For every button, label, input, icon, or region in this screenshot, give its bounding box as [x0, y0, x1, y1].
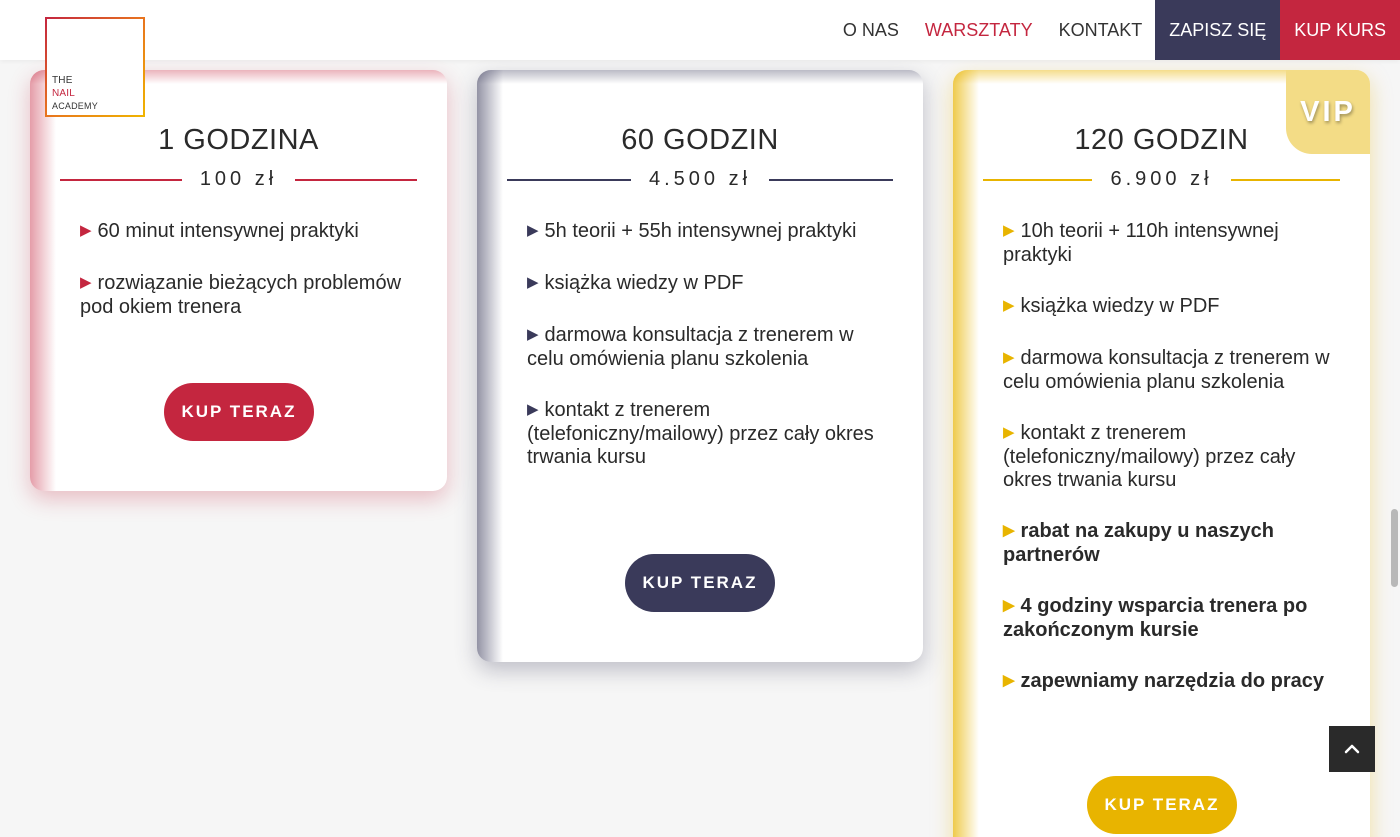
feature-text: rozwiązanie bieżących problemów pod okie…	[80, 272, 402, 318]
feature-list: ▶ 5h teorii + 55h intensywnej praktyki ▶ k…	[527, 220, 877, 497]
chevron-up-icon	[1344, 744, 1360, 754]
price-row: 6.900 zł	[983, 168, 1340, 191]
triangle-bullet-icon: ▶	[527, 326, 539, 343]
divider	[769, 178, 893, 181]
feature-item-vip: ▶ 4 godziny wsparcia trenera po zakończon…	[1003, 595, 1333, 642]
main-nav: O NAS WARSZTATY KONTAKT ZAPISZ SIĘ KUP K…	[830, 0, 1400, 60]
feature-item-vip: ▶ zapewniamy narzędzia do pracy	[1003, 670, 1333, 694]
triangle-bullet-icon: ▶	[527, 401, 539, 418]
feature-item: ▶ rozwiązanie bieżących problemów pod oki…	[80, 272, 410, 319]
logo-text-academy: ACADEMY	[52, 101, 98, 111]
logo-text-nail: NAIL	[52, 88, 76, 99]
triangle-bullet-icon: ▶	[1003, 424, 1015, 441]
nav-item-o-nas[interactable]: O NAS	[830, 0, 912, 60]
feature-text: kontakt z trenerem (telefoniczny/mailowy…	[527, 399, 874, 468]
buy-now-button[interactable]: KUP TERAZ	[1087, 776, 1237, 834]
feature-text: darmowa konsultacja z trenerem w celu om…	[1003, 347, 1330, 393]
plan-price: 100 zł	[199, 168, 278, 190]
price-row: 4.500 zł	[507, 168, 893, 191]
logo-text-the: THE	[52, 75, 73, 86]
triangle-bullet-icon: ▶	[1003, 672, 1015, 689]
feature-item: ▶ 60 minut intensywnej praktyki	[80, 220, 410, 244]
site-header: O NAS WARSZTATY KONTAKT ZAPISZ SIĘ KUP K…	[0, 0, 1400, 60]
divider	[983, 178, 1093, 181]
feature-text: kontakt z trenerem (telefoniczny/mailowy…	[1003, 422, 1296, 491]
card-edge-accent	[953, 70, 979, 837]
page-scrollbar-thumb[interactable]	[1391, 509, 1398, 587]
feature-list: ▶ 10h teorii + 110h intensywnej praktyki …	[1003, 220, 1333, 722]
feature-item: ▶ darmowa konsultacja z trenerem w celu o…	[1003, 347, 1333, 394]
plan-title: 120 GODZIN	[1074, 124, 1249, 156]
feature-text: 60 minut intensywnej praktyki	[97, 220, 359, 242]
logo[interactable]: THE NAIL ACADEMY	[45, 17, 145, 117]
plan-title: 1 GODZINA	[158, 124, 319, 156]
nav-item-warsztaty[interactable]: WARSZTATY	[912, 0, 1046, 60]
scroll-to-top-button[interactable]	[1329, 726, 1375, 772]
card-top-accent	[477, 70, 923, 84]
divider	[507, 178, 631, 181]
plan-price: 6.900 zł	[1110, 168, 1213, 190]
feature-item: ▶ 5h teorii + 55h intensywnej praktyki	[527, 220, 877, 244]
divider	[60, 178, 182, 181]
nav-item-kup-kurs[interactable]: KUP KURS	[1280, 0, 1400, 60]
triangle-bullet-icon: ▶	[527, 222, 539, 239]
feature-text: książka wiedzy w PDF	[544, 272, 744, 294]
triangle-bullet-icon: ▶	[1003, 222, 1015, 239]
card-edge-accent	[477, 70, 503, 662]
plan-title: 60 GODZIN	[621, 124, 779, 156]
feature-text: zapewniamy narzędzia do pracy	[1020, 670, 1324, 692]
plan-card-120-godzin: VIP 120 GODZIN 6.900 zł ▶ 10h teorii + 11…	[953, 70, 1370, 837]
triangle-bullet-icon: ▶	[527, 274, 539, 291]
buy-now-button[interactable]: KUP TERAZ	[625, 554, 775, 612]
plan-card-1-godzina: 1 GODZINA 100 zł ▶ 60 minut intensywnej p…	[30, 70, 447, 491]
buy-now-button[interactable]: KUP TERAZ	[164, 383, 314, 441]
feature-text: rabat na zakupy u naszych partnerów	[1003, 520, 1274, 566]
price-row: 100 zł	[60, 168, 417, 191]
triangle-bullet-icon: ▶	[1003, 597, 1015, 614]
feature-item: ▶ książka wiedzy w PDF	[527, 272, 877, 296]
feature-item-vip: ▶ rabat na zakupy u naszych partnerów	[1003, 520, 1333, 567]
feature-item: ▶ kontakt z trenerem (telefoniczny/mailow…	[527, 399, 877, 469]
divider	[295, 178, 417, 181]
triangle-bullet-icon: ▶	[1003, 349, 1015, 366]
triangle-bullet-icon: ▶	[1003, 297, 1015, 314]
plan-price: 4.500 zł	[648, 168, 752, 190]
feature-text: 4 godziny wsparcia trenera po zakończony…	[1003, 595, 1308, 641]
feature-text: książka wiedzy w PDF	[1020, 295, 1220, 317]
feature-text: 5h teorii + 55h intensywnej praktyki	[544, 220, 857, 242]
triangle-bullet-icon: ▶	[1003, 522, 1015, 539]
feature-list: ▶ 60 minut intensywnej praktyki ▶ rozwiąza…	[80, 220, 410, 347]
feature-item: ▶ książka wiedzy w PDF	[1003, 295, 1333, 319]
feature-item: ▶ 10h teorii + 110h intensywnej praktyki	[1003, 220, 1333, 267]
nav-item-zapisz-sie[interactable]: ZAPISZ SIĘ	[1155, 0, 1281, 60]
triangle-bullet-icon: ▶	[80, 274, 92, 291]
feature-text: 10h teorii + 110h intensywnej praktyki	[1003, 220, 1279, 266]
feature-text: darmowa konsultacja z trenerem w celu om…	[527, 324, 854, 370]
feature-item: ▶ kontakt z trenerem (telefoniczny/mailow…	[1003, 422, 1333, 492]
triangle-bullet-icon: ▶	[80, 222, 92, 239]
nav-item-kontakt[interactable]: KONTAKT	[1046, 0, 1156, 60]
plan-card-60-godzin: 60 GODZIN 4.500 zł ▶ 5h teorii + 55h inte…	[477, 70, 923, 662]
divider	[1230, 178, 1340, 181]
feature-item: ▶ darmowa konsultacja z trenerem w celu o…	[527, 324, 877, 371]
